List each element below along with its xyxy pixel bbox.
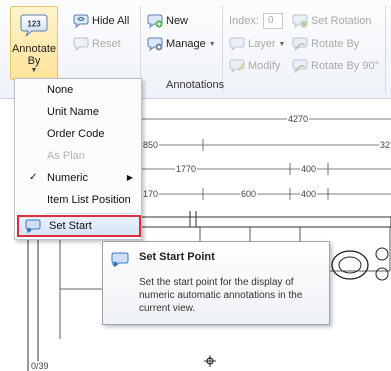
manage-label: Manage bbox=[166, 38, 206, 50]
layer-dropdown[interactable]: Layer ▼ bbox=[229, 35, 285, 53]
menu-item-set-start[interactable]: Set Start bbox=[17, 215, 141, 237]
dimension-label: 400 bbox=[300, 164, 318, 174]
set-start-bubble-icon bbox=[25, 219, 41, 233]
menu-item-label: None bbox=[47, 84, 74, 96]
rotate-90-icon bbox=[292, 59, 308, 74]
menu-item-none[interactable]: None bbox=[15, 79, 141, 101]
menu-item-unit-name[interactable]: Unit Name bbox=[15, 101, 141, 123]
menu-item-label: Numeric bbox=[47, 172, 88, 184]
tooltip-title: Set Start Point bbox=[139, 251, 215, 263]
dimension-label: 850 bbox=[142, 140, 160, 150]
reset-label: Reset bbox=[92, 38, 121, 50]
annotate-by-menu: None Unit Name Order Code As Plan ✓ Nume… bbox=[14, 78, 142, 240]
hide-bubble-icon bbox=[73, 14, 89, 29]
rotate-by-label: Rotate By bbox=[311, 38, 360, 50]
menu-item-label: Order Code bbox=[47, 128, 105, 140]
annotate-by-button[interactable]: 123 Annotate By ▼ bbox=[10, 6, 58, 80]
reset-icon bbox=[73, 37, 89, 52]
chevron-down-icon: ▼ bbox=[208, 40, 216, 48]
dimension-label: 4270 bbox=[287, 114, 310, 124]
modify-icon bbox=[229, 59, 245, 74]
svg-text:123: 123 bbox=[27, 20, 41, 29]
layer-label: Layer bbox=[248, 38, 276, 50]
annotate-by-label-2: By bbox=[27, 55, 41, 67]
set-rotation-button[interactable]: Set Rotation bbox=[292, 12, 372, 30]
new-bubble-icon bbox=[147, 14, 163, 29]
annotate-by-label: Annotate bbox=[11, 43, 57, 55]
submenu-arrow-icon: ▶ bbox=[126, 173, 133, 182]
dimension-label: 1770 bbox=[175, 164, 198, 174]
dimension-label: 0/39 bbox=[30, 361, 50, 371]
set-rotation-label: Set Rotation bbox=[311, 15, 372, 27]
set-start-tooltip: Set Start Point Set the start point for … bbox=[102, 241, 330, 325]
tooltip-body: Set the start point for the display of n… bbox=[139, 277, 303, 314]
ribbon-separator bbox=[385, 6, 386, 94]
menu-item-label: Set Start bbox=[49, 220, 92, 232]
layer-icon bbox=[229, 37, 245, 52]
rotate-by-90-label: Rotate By 90° bbox=[311, 60, 379, 72]
new-label: New bbox=[166, 15, 189, 27]
new-button[interactable]: New bbox=[147, 12, 188, 30]
modify-button[interactable]: Modify bbox=[229, 57, 280, 75]
dimension-label: 600 bbox=[240, 189, 258, 199]
menu-item-label: Item List Position bbox=[47, 194, 131, 206]
manage-bubble-icon bbox=[147, 37, 163, 52]
reset-button[interactable]: Reset bbox=[73, 35, 121, 53]
chevron-down-icon: ▼ bbox=[278, 40, 286, 48]
set-start-point-icon bbox=[111, 252, 129, 268]
modify-label: Modify bbox=[248, 60, 281, 72]
menu-item-item-list-position[interactable]: Item List Position bbox=[15, 189, 141, 211]
dimension-label: 400 bbox=[300, 189, 318, 199]
hide-all-button[interactable]: Hide All bbox=[73, 12, 129, 30]
dimension-label: 32 bbox=[379, 140, 391, 150]
rotate-icon bbox=[292, 37, 308, 52]
menu-item-as-plan: As Plan bbox=[15, 145, 141, 167]
manage-button[interactable]: Manage ▼ bbox=[147, 35, 216, 53]
group-label-annotations: Annotations bbox=[166, 79, 225, 91]
index-label: Index: bbox=[229, 15, 259, 27]
index-input[interactable]: 0 bbox=[262, 13, 283, 29]
menu-item-order-code[interactable]: Order Code bbox=[15, 123, 141, 145]
checkmark-icon: ✓ bbox=[29, 172, 38, 183]
speech-bubble-123-icon: 123 bbox=[20, 14, 48, 37]
rotate-by-90-button[interactable]: Rotate By 90° bbox=[292, 57, 379, 75]
hide-all-label: Hide All bbox=[92, 15, 130, 27]
set-rotation-icon bbox=[292, 14, 308, 29]
menu-separator bbox=[45, 213, 137, 214]
menu-item-label: As Plan bbox=[47, 150, 85, 162]
rotate-by-button[interactable]: Rotate By bbox=[292, 35, 359, 53]
chevron-down-icon: ▼ bbox=[30, 67, 38, 74]
dimension-label: 170 bbox=[142, 189, 160, 199]
menu-item-numeric[interactable]: ✓ Numeric ▶ bbox=[15, 167, 141, 189]
index-control: Index: 0 bbox=[229, 12, 286, 30]
menu-item-label: Unit Name bbox=[47, 106, 99, 118]
